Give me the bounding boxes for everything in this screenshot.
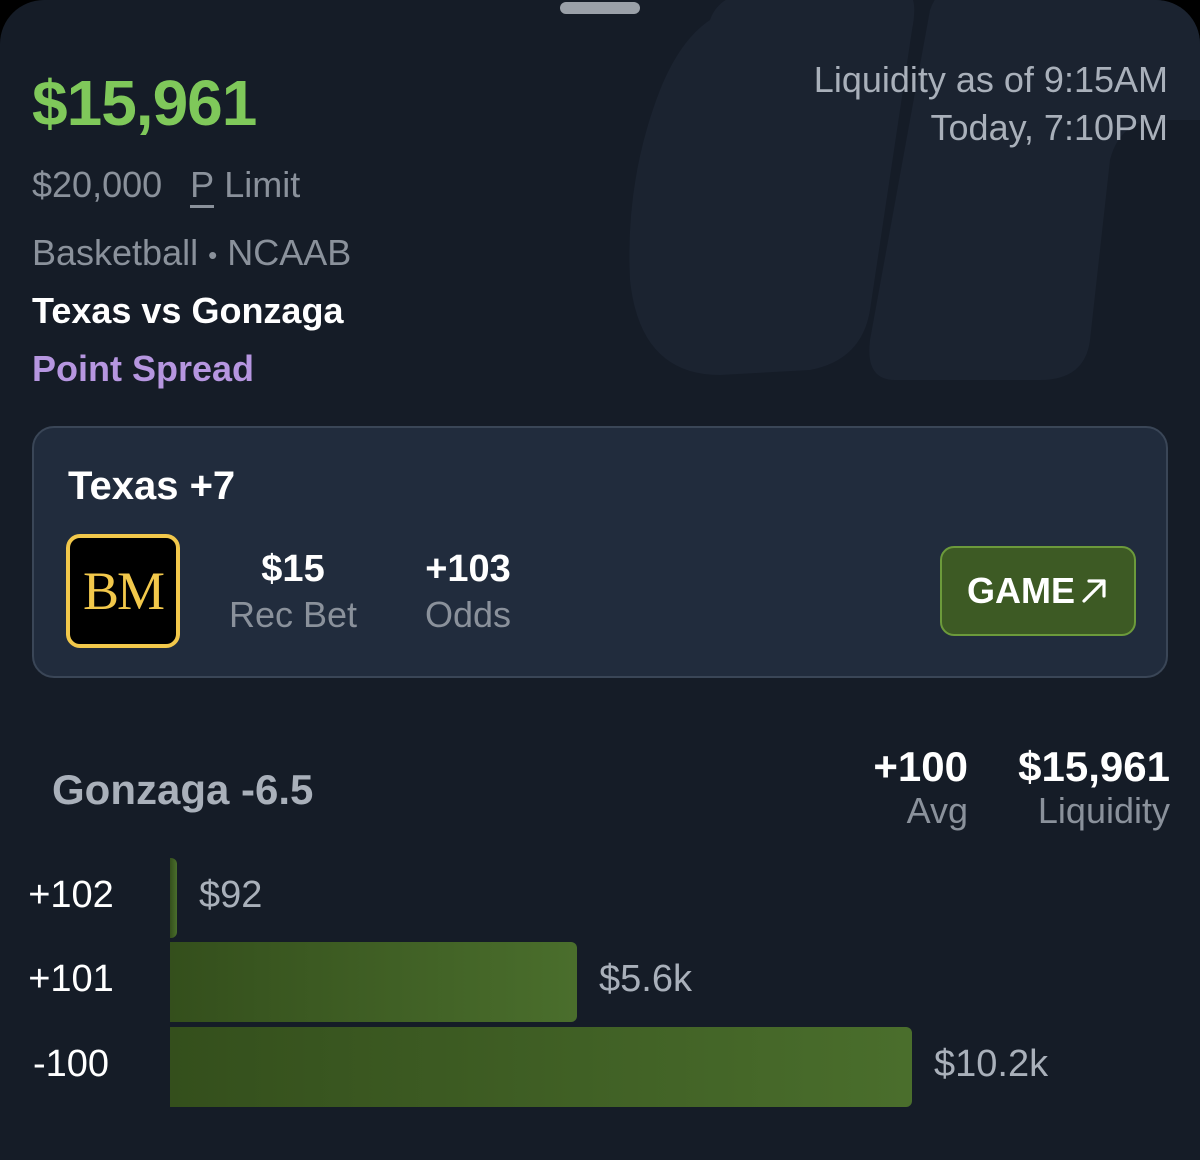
bet-selection: Texas +7: [68, 464, 236, 508]
liquidity-summary: $15,961 Liquidity: [1018, 744, 1170, 832]
avg-odds-summary: +100 Avg: [873, 744, 968, 832]
ladder-row[interactable]: +102 $92: [0, 856, 1200, 940]
matchup-title: Texas vs Gonzaga: [32, 290, 344, 331]
ladder-row[interactable]: -100 $10.2k: [0, 1025, 1200, 1109]
sport-name: Basketball: [32, 232, 199, 273]
odds-stat: +103 Odds: [410, 546, 526, 638]
avg-value: +100: [873, 743, 968, 790]
ladder-amount: $10.2k: [934, 1043, 1049, 1085]
ladder-amount: $92: [199, 874, 263, 916]
avg-label: Avg: [906, 790, 968, 831]
liquidity-timestamp: Liquidity as of 9:15AM Today, 7:10PM: [814, 56, 1168, 152]
arrow-up-right-icon: [1082, 579, 1106, 603]
ladder-odds: +102: [28, 874, 114, 916]
liquidity-as-of: Liquidity as of 9:15AM: [813, 59, 1168, 100]
rec-bet-value: $15: [261, 548, 325, 590]
game-button[interactable]: GAME: [940, 546, 1136, 636]
ladder-bar: [170, 858, 177, 938]
ladder-odds: +101: [28, 958, 114, 1000]
market-type: Point Spread: [32, 348, 255, 389]
odds-value: +103: [425, 548, 511, 590]
sport-league-row: Basketball • NCAAB: [32, 232, 351, 274]
rec-bet-label: Rec Bet: [228, 594, 358, 635]
ladder-bar: [170, 942, 577, 1022]
ladder-amount: $5.6k: [599, 958, 692, 1000]
odds-label: Odds: [424, 594, 512, 635]
liquidity-label: Liquidity: [1037, 790, 1170, 831]
liquidity-sheet: $15,961 Liquidity as of 9:15AM Today, 7:…: [0, 0, 1200, 1160]
sheet-grabber[interactable]: [560, 2, 640, 14]
rec-bet-stat: $15 Rec Bet: [220, 546, 366, 638]
liquidity-value: $15,961: [1018, 743, 1170, 790]
opposing-side-title: Gonzaga -6.5: [52, 766, 314, 813]
ladder-row[interactable]: +101 $5.6k: [0, 940, 1200, 1024]
betmgm-logo-icon: BM: [66, 534, 180, 648]
recommended-bet-card[interactable]: Texas +7 BM $15 Rec Bet +103 Odds GAME: [32, 426, 1168, 678]
ladder-bar: [170, 1027, 912, 1107]
game-button-label: GAME: [967, 570, 1075, 611]
limit-label: Limit: [224, 164, 301, 205]
league-name: NCAAB: [227, 232, 352, 273]
liquidity-amount: $15,961: [32, 67, 257, 139]
event-time: Today, 7:10PM: [930, 107, 1168, 148]
ladder-odds: -100: [32, 1043, 110, 1085]
separator-dot: •: [208, 239, 218, 270]
limit-marker: P: [190, 167, 215, 208]
limit-amount: $20,000: [32, 164, 163, 205]
limit-row: $20,000 P Limit: [32, 164, 300, 208]
